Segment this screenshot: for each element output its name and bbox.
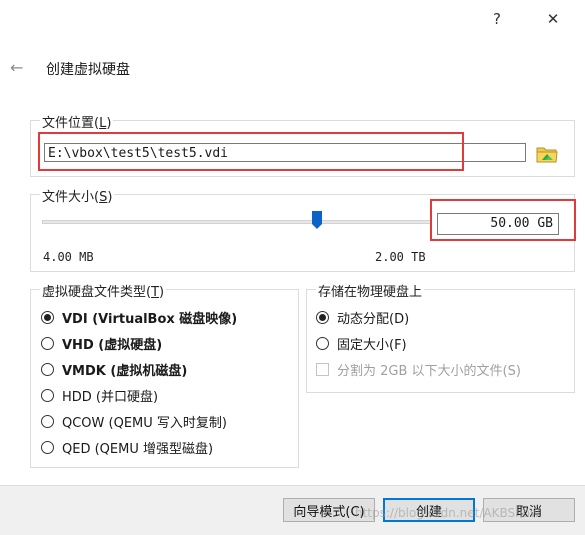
size-slider-track[interactable]	[42, 220, 431, 224]
radio-circle[interactable]	[41, 388, 54, 402]
radio-dynamic[interactable]: 动态分配(D)	[316, 307, 409, 327]
storage-label: 存储在物理硬盘上	[316, 281, 425, 300]
help-button[interactable]: ?	[481, 6, 513, 32]
radio-circle[interactable]	[316, 336, 329, 350]
checkbox-label: 分割为 2GB 以下大小的文件(S)	[337, 363, 521, 379]
size-slider-thumb[interactable]	[311, 211, 322, 230]
disk-type-option[interactable]: QCOW (QEMU 写入时复制)	[41, 411, 227, 431]
close-button[interactable]: ✕	[537, 6, 569, 32]
radio-circle[interactable]	[41, 414, 54, 428]
watermark: https://blog.csdn.net/AKBShow	[355, 506, 540, 520]
radio-label: VDI (VirtualBox 磁盘映像)	[62, 311, 238, 327]
file-size-label: 文件大小(S)	[40, 186, 115, 205]
radio-label: QED (QEMU 增强型磁盘)	[62, 441, 214, 457]
radio-label: VMDK (虚拟机磁盘)	[62, 363, 188, 379]
slider-max-label: 2.00 TB	[375, 250, 426, 264]
split-files-checkbox: 分割为 2GB 以下大小的文件(S)	[316, 359, 521, 379]
disk-type-option[interactable]: HDD (并口硬盘)	[41, 385, 158, 405]
radio-circle[interactable]	[41, 362, 54, 376]
radio-label: 固定大小(F)	[337, 337, 407, 353]
slider-min-label: 4.00 MB	[43, 250, 94, 264]
disk-type-option[interactable]: VMDK (虚拟机磁盘)	[41, 359, 187, 379]
file-location-label: 文件位置(L)	[40, 112, 114, 131]
disk-type-label: 虚拟硬盘文件类型(T)	[40, 281, 167, 300]
file-path-input[interactable]: E:\vbox\test5\test5.vdi	[44, 143, 526, 162]
page-title: 创建虚拟硬盘	[46, 62, 130, 78]
disk-type-option[interactable]: VHD (虚拟硬盘)	[41, 333, 162, 353]
radio-circle[interactable]	[316, 310, 329, 324]
radio-label: 动态分配(D)	[337, 311, 410, 327]
radio-circle[interactable]	[41, 336, 54, 350]
disk-type-option[interactable]: QED (QEMU 增强型磁盘)	[41, 437, 213, 457]
folder-icon[interactable]	[536, 144, 558, 164]
radio-circle[interactable]	[41, 440, 54, 454]
radio-label: VHD (虚拟硬盘)	[62, 337, 163, 353]
radio-label: QCOW (QEMU 写入时复制)	[62, 415, 227, 431]
disk-type-option[interactable]: VDI (VirtualBox 磁盘映像)	[41, 307, 237, 327]
size-value-input[interactable]: 50.00 GB	[437, 213, 559, 235]
radio-fixed[interactable]: 固定大小(F)	[316, 333, 407, 353]
radio-label: HDD (并口硬盘)	[62, 389, 159, 405]
checkbox-box	[316, 362, 329, 376]
radio-circle[interactable]	[41, 310, 54, 324]
back-arrow-icon[interactable]: ←	[10, 58, 23, 77]
